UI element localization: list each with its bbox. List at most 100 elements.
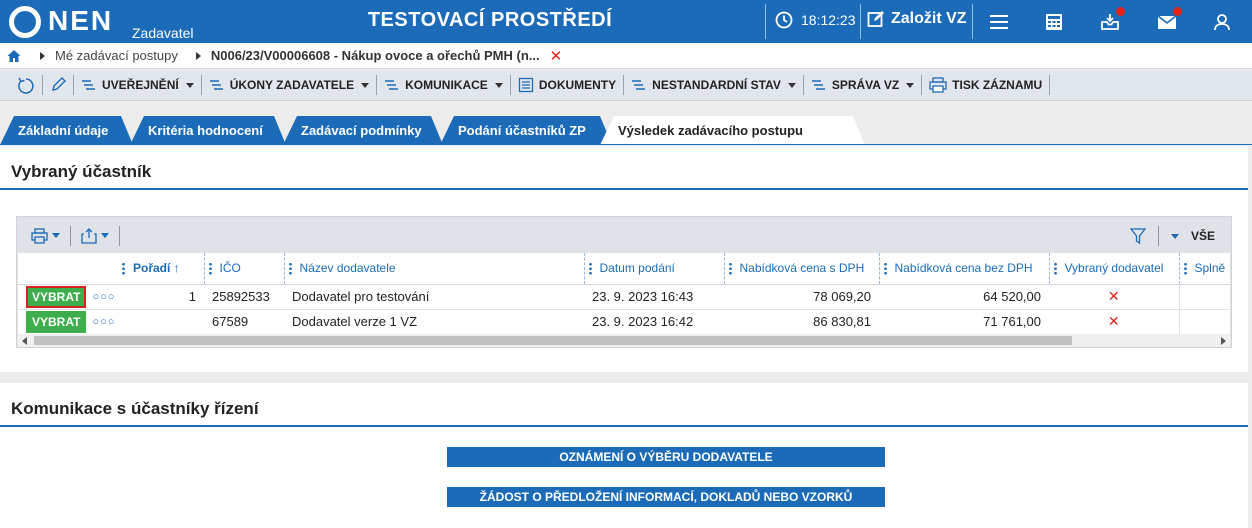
action-label: DOKUMENTY bbox=[538, 78, 617, 92]
breadcrumb-current-procedure[interactable]: N006/23/V00006608 - Nákup ovoce a ořechů… bbox=[211, 48, 540, 63]
column-header-splneni[interactable]: Splně bbox=[1178, 253, 1230, 285]
column-menu-icon[interactable] bbox=[1053, 262, 1057, 276]
action-dokumenty[interactable]: DOKUMENTY bbox=[511, 75, 625, 95]
column-menu-icon[interactable] bbox=[883, 262, 887, 276]
action-komunikace[interactable]: KOMUNIKACE bbox=[377, 75, 511, 95]
home-icon[interactable] bbox=[6, 48, 22, 64]
action-sprava-vz[interactable]: SPRÁVA VZ bbox=[804, 75, 923, 95]
scroll-left-icon[interactable] bbox=[22, 337, 27, 345]
cross-icon: ✕ bbox=[1107, 288, 1120, 304]
column-label: Nabídková cena s DPH bbox=[739, 261, 865, 276]
tab-vysledek[interactable]: Výsledek zadávacího postupu bbox=[600, 116, 865, 145]
nen-logo-icon[interactable] bbox=[9, 6, 41, 38]
table-row[interactable]: VYBRAT ○○○ 67589 Dodavatel verze 1 VZ 23.… bbox=[18, 309, 1230, 335]
session-time: 18:12:23 bbox=[801, 12, 856, 28]
more-options-icon[interactable]: ○○○ bbox=[92, 291, 115, 303]
document-icon bbox=[518, 77, 533, 93]
notify-selection-button[interactable]: OZNÁMENÍ O VÝBĚRU DODAVATELE bbox=[447, 447, 885, 467]
print-icon bbox=[929, 77, 947, 93]
user-icon[interactable] bbox=[1210, 10, 1234, 34]
action-tisk-zaznamu[interactable]: TISK ZÁZNAMU bbox=[922, 75, 1051, 95]
caret-down-icon bbox=[52, 233, 60, 238]
caret-down-icon bbox=[494, 82, 503, 88]
chevron-right-icon bbox=[195, 51, 201, 60]
table-row[interactable]: VYBRAT ○○○ 1 25892533 Dodavatel pro testo… bbox=[18, 284, 1230, 310]
cross-icon: ✕ bbox=[1107, 313, 1120, 329]
new-vz-label: Založit VZ bbox=[891, 10, 967, 27]
column-menu-icon[interactable] bbox=[588, 262, 592, 276]
menu-icon[interactable] bbox=[987, 10, 1011, 34]
select-button[interactable]: VYBRAT bbox=[26, 285, 87, 308]
notification-dot bbox=[1116, 7, 1125, 16]
cell-vybrany: ✕ bbox=[1049, 284, 1179, 310]
participants-grid: VŠE Pořadí ↑ IČO Název dodavatele Datum … bbox=[16, 216, 1232, 348]
column-header-cena-bez-dph[interactable]: Nabídková cena bez DPH bbox=[878, 253, 1049, 285]
export-icon bbox=[81, 228, 97, 244]
column-header-nazev[interactable]: Název dodavatele bbox=[283, 253, 584, 285]
row-actions-cell: VYBRAT ○○○ bbox=[18, 284, 118, 310]
caret-down-icon[interactable] bbox=[1170, 233, 1179, 239]
print-icon bbox=[31, 227, 48, 244]
breadcrumb-my-procedures[interactable]: Mé zadávací postupy bbox=[55, 48, 178, 63]
selected-participant-panel: Vybraný účastník VŠE Pořadí ↑ IČO Název … bbox=[0, 146, 1248, 372]
filter-value[interactable]: VŠE bbox=[1191, 229, 1215, 243]
inbox-icon[interactable] bbox=[1098, 7, 1125, 34]
tab-zadavaci-podminky[interactable]: Zadávací podmínky bbox=[283, 116, 443, 145]
section-title: Vybraný účastník bbox=[0, 146, 1248, 190]
horizontal-scrollbar[interactable] bbox=[18, 334, 1230, 347]
participants-table: Pořadí ↑ IČO Název dodavatele Datum podá… bbox=[18, 253, 1230, 335]
caret-down-icon bbox=[101, 233, 109, 238]
header-divider bbox=[860, 4, 861, 39]
column-header-poradi[interactable]: Pořadí ↑ bbox=[118, 253, 204, 285]
grid-toolbar bbox=[17, 217, 1231, 254]
action-uverejneni[interactable]: UVEŘEJNĚNÍ bbox=[74, 75, 202, 95]
edit-button[interactable] bbox=[43, 75, 74, 95]
column-header-cena-s-dph[interactable]: Nabídková cena s DPH bbox=[723, 253, 879, 285]
cell-ico: 67589 bbox=[204, 309, 284, 335]
cell-cena-bez-dph: 64 520,00 bbox=[879, 284, 1049, 310]
more-options-icon[interactable]: ○○○ bbox=[92, 316, 115, 328]
calculator-icon[interactable] bbox=[1042, 10, 1066, 34]
column-menu-icon[interactable] bbox=[208, 262, 212, 276]
grid-print-button[interactable] bbox=[31, 225, 71, 246]
column-menu-icon[interactable] bbox=[122, 262, 125, 276]
scroll-right-icon[interactable] bbox=[1221, 337, 1226, 345]
close-icon[interactable]: ✕ bbox=[550, 47, 563, 65]
tab-kriteria-hodnoceni[interactable]: Kritéria hodnocení bbox=[130, 116, 286, 145]
new-vz-button[interactable]: Založit VZ bbox=[867, 10, 967, 28]
grid-export-button[interactable] bbox=[81, 225, 120, 246]
mail-icon[interactable] bbox=[1155, 7, 1182, 34]
cell-nazev: Dodavatel pro testování bbox=[284, 284, 584, 310]
caret-down-icon bbox=[906, 82, 915, 88]
column-header-ico[interactable]: IČO bbox=[203, 253, 284, 285]
logo-text[interactable]: NEN bbox=[48, 5, 113, 37]
notification-dot bbox=[1173, 7, 1182, 16]
refresh-button[interactable] bbox=[10, 75, 43, 95]
scrollbar-thumb[interactable] bbox=[34, 336, 1072, 345]
cell-cena-s-dph: 78 069,20 bbox=[724, 284, 879, 310]
action-ukony-zadavatele[interactable]: ÚKONY ZADAVATELE bbox=[202, 75, 378, 95]
column-header-datum[interactable]: Datum podání bbox=[583, 253, 724, 285]
communication-panel: Komunikace s účastníky řízení OZNÁMENÍ O… bbox=[0, 383, 1248, 528]
select-button[interactable]: VYBRAT bbox=[26, 310, 87, 333]
action-label: KOMUNIKACE bbox=[405, 78, 488, 92]
list-icon bbox=[632, 80, 646, 90]
tab-podani-ucastniku[interactable]: Podání účastníků ZP bbox=[440, 116, 612, 145]
header-divider bbox=[972, 4, 973, 39]
column-menu-icon[interactable] bbox=[728, 262, 732, 276]
column-menu-icon[interactable] bbox=[288, 262, 292, 276]
action-nestandardni-stav[interactable]: NESTANDARDNÍ STAV bbox=[624, 75, 804, 95]
logo-subtitle: Zadavatel bbox=[132, 25, 194, 41]
action-toolbar: UVEŘEJNĚNÍ ÚKONY ZADAVATELE KOMUNIKACE D… bbox=[0, 70, 1252, 101]
tab-zakladni-udaje[interactable]: Základní údaje bbox=[0, 116, 133, 145]
filter-icon[interactable] bbox=[1129, 227, 1146, 245]
caret-down-icon bbox=[185, 82, 194, 88]
toolbar-divider bbox=[1157, 226, 1159, 246]
request-documents-button[interactable]: ŽÁDOST O PŘEDLOŽENÍ INFORMACÍ, DOKLADŮ N… bbox=[447, 487, 885, 507]
session-timer: 18:12:23 bbox=[775, 11, 856, 29]
grid-filter-area: VŠE bbox=[1129, 226, 1215, 246]
column-menu-icon[interactable] bbox=[1183, 262, 1187, 276]
cell-poradi: 1 bbox=[118, 284, 204, 310]
column-header-vybrany[interactable]: Vybraný dodavatel bbox=[1048, 253, 1179, 285]
clock-icon bbox=[775, 11, 793, 29]
